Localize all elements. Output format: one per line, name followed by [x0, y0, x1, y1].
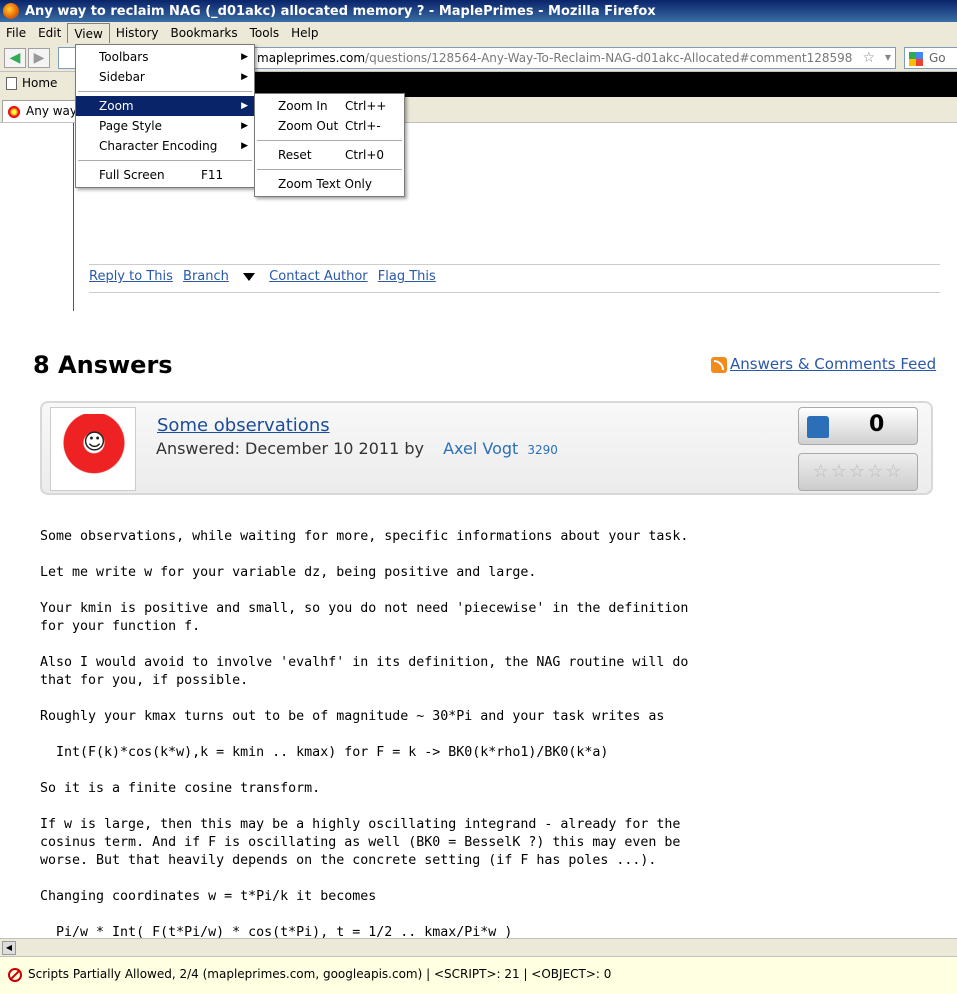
page-content: Reply to This Branch Contact Author Flag… [0, 123, 957, 938]
submenu-arrow-icon: ▶ [241, 52, 248, 62]
menu-separator [78, 160, 252, 161]
menu-item-label: Zoom [99, 99, 134, 113]
comment-actions: Reply to This Branch Contact Author Flag… [89, 269, 442, 284]
answer-header-card: Some observations Answered: December 10 … [40, 401, 933, 495]
vote-up-button[interactable]: 0 [798, 407, 918, 445]
menu-item-label: Zoom In [278, 99, 328, 113]
zoom-submenu: Zoom In Ctrl++ Zoom Out Ctrl+- Reset Ctrl+0… [254, 93, 405, 197]
menu-history[interactable]: History [110, 23, 165, 43]
menu-item-label: Reset [278, 148, 312, 162]
menu-item-shortcut: Ctrl+- [345, 119, 381, 133]
menu-separator [257, 140, 402, 141]
answers-heading: 8 Answers [33, 351, 173, 379]
status-message: Scripts Partially Allowed, 2/4 (maplepri… [28, 967, 612, 981]
menu-file[interactable]: File [0, 23, 32, 43]
search-placeholder: Go [929, 51, 946, 65]
menu-item-label: Full Screen [99, 168, 165, 182]
search-box[interactable]: Go [904, 47, 957, 69]
menu-item-sidebar[interactable]: Sidebar ▶ [76, 67, 254, 87]
mapleprimes-favicon [7, 104, 21, 119]
page-icon [6, 77, 17, 90]
author-link[interactable]: Axel Vogt [443, 439, 518, 458]
forward-arrow-icon: ▶ [33, 50, 45, 66]
window-titlebar: Any way to reclaim NAG (_d01akc) allocat… [0, 0, 957, 22]
window-title: Any way to reclaim NAG (_d01akc) allocat… [25, 3, 656, 19]
triangle-down-icon[interactable] [243, 272, 256, 281]
avatar[interactable] [50, 407, 136, 491]
rss-icon[interactable] [711, 356, 727, 373]
splat-avatar-icon [57, 414, 131, 478]
divider [89, 264, 940, 265]
view-menu: Toolbars ▶ Sidebar ▶ Zoom ▶ Page Style ▶ Cha… [75, 44, 255, 188]
comment-thread-line [73, 123, 74, 311]
author-reputation: 3290 [527, 443, 558, 457]
menu-view[interactable]: View [67, 23, 110, 43]
menu-item-label: Sidebar [99, 70, 145, 84]
url-host: mapleprimes.com [257, 51, 366, 65]
back-button[interactable]: ◀ [4, 48, 26, 68]
url-path: /questions/128564-Any-Way-To-Reclaim-NAG… [365, 51, 853, 65]
menu-item-full-screen[interactable]: Full Screen F11 [76, 165, 254, 185]
bookmark-home[interactable]: Home [6, 76, 57, 90]
status-bar: Scripts Partially Allowed, 2/4 (maplepri… [0, 956, 957, 994]
submenu-arrow-icon: ▶ [241, 121, 248, 131]
flag-link[interactable]: Flag This [378, 269, 436, 284]
vote-count: 0 [869, 412, 885, 437]
menu-item-zoom[interactable]: Zoom ▶ [76, 96, 254, 116]
firefox-icon [3, 3, 19, 19]
forward-button[interactable]: ▶ [28, 48, 50, 68]
feed-link-group: Answers & Comments Feed [711, 355, 936, 373]
horizontal-scrollbar[interactable]: ◀ [0, 938, 957, 956]
answer-meta: Answered: December 10 2011 by Axel Vogt … [156, 439, 558, 458]
noscript-status[interactable]: Scripts Partially Allowed, 2/4 (maplepri… [8, 967, 611, 982]
bookmark-star-icon[interactable]: ☆ [862, 48, 875, 68]
menu-help[interactable]: Help [285, 23, 324, 43]
menu-item-toolbars[interactable]: Toolbars ▶ [76, 47, 254, 67]
menu-item-label: Zoom Out [278, 119, 339, 133]
tab-label: Any way [26, 104, 77, 118]
answer-title-link[interactable]: Some observations [157, 415, 330, 436]
menu-edit[interactable]: Edit [32, 23, 67, 43]
back-arrow-icon: ◀ [9, 50, 21, 66]
noscript-icon [8, 967, 22, 982]
menu-item-zoom-in[interactable]: Zoom In Ctrl++ [255, 96, 404, 116]
menu-item-shortcut: Ctrl+0 [345, 148, 385, 162]
menu-item-shortcut: F11 [201, 168, 224, 182]
url-dropdown-icon[interactable]: ▼ [885, 48, 891, 68]
menu-separator [257, 169, 402, 170]
menu-item-label: Page Style [99, 119, 163, 133]
menu-item-label: Character Encoding [99, 139, 218, 153]
google-icon [909, 51, 923, 66]
menu-item-zoom-out[interactable]: Zoom Out Ctrl+- [255, 116, 404, 136]
submenu-arrow-icon: ▶ [241, 101, 248, 111]
menu-item-character-encoding[interactable]: Character Encoding ▶ [76, 136, 254, 156]
menubar: File Edit View History Bookmarks Tools H… [0, 22, 957, 44]
menu-item-reset[interactable]: Reset Ctrl+0 [255, 145, 404, 165]
thumbs-up-icon [807, 416, 829, 438]
menu-tools[interactable]: Tools [244, 23, 286, 43]
star-rating[interactable]: ☆☆☆☆☆ [798, 453, 918, 491]
reply-link[interactable]: Reply to This [89, 269, 173, 284]
menu-separator [78, 91, 252, 92]
submenu-arrow-icon: ▶ [241, 141, 248, 151]
scroll-left-icon[interactable]: ◀ [2, 941, 16, 955]
menu-item-label: Zoom Text Only [278, 177, 372, 191]
bookmark-home-label: Home [22, 76, 58, 90]
menu-item-zoom-text-only[interactable]: Zoom Text Only [255, 174, 404, 194]
menu-bookmarks[interactable]: Bookmarks [165, 23, 244, 43]
contact-author-link[interactable]: Contact Author [269, 269, 367, 284]
submenu-arrow-icon: ▶ [241, 72, 248, 82]
menu-item-shortcut: Ctrl++ [345, 99, 387, 113]
menu-item-label: Toolbars [99, 50, 149, 64]
branch-link[interactable]: Branch [183, 269, 229, 284]
menu-item-page-style[interactable]: Page Style ▶ [76, 116, 254, 136]
answers-feed-link[interactable]: Answers & Comments Feed [730, 355, 936, 373]
answer-body: Some observations, while waiting for mor… [40, 529, 689, 938]
divider [89, 292, 940, 293]
answered-label: Answered: December 10 2011 by [156, 439, 424, 458]
